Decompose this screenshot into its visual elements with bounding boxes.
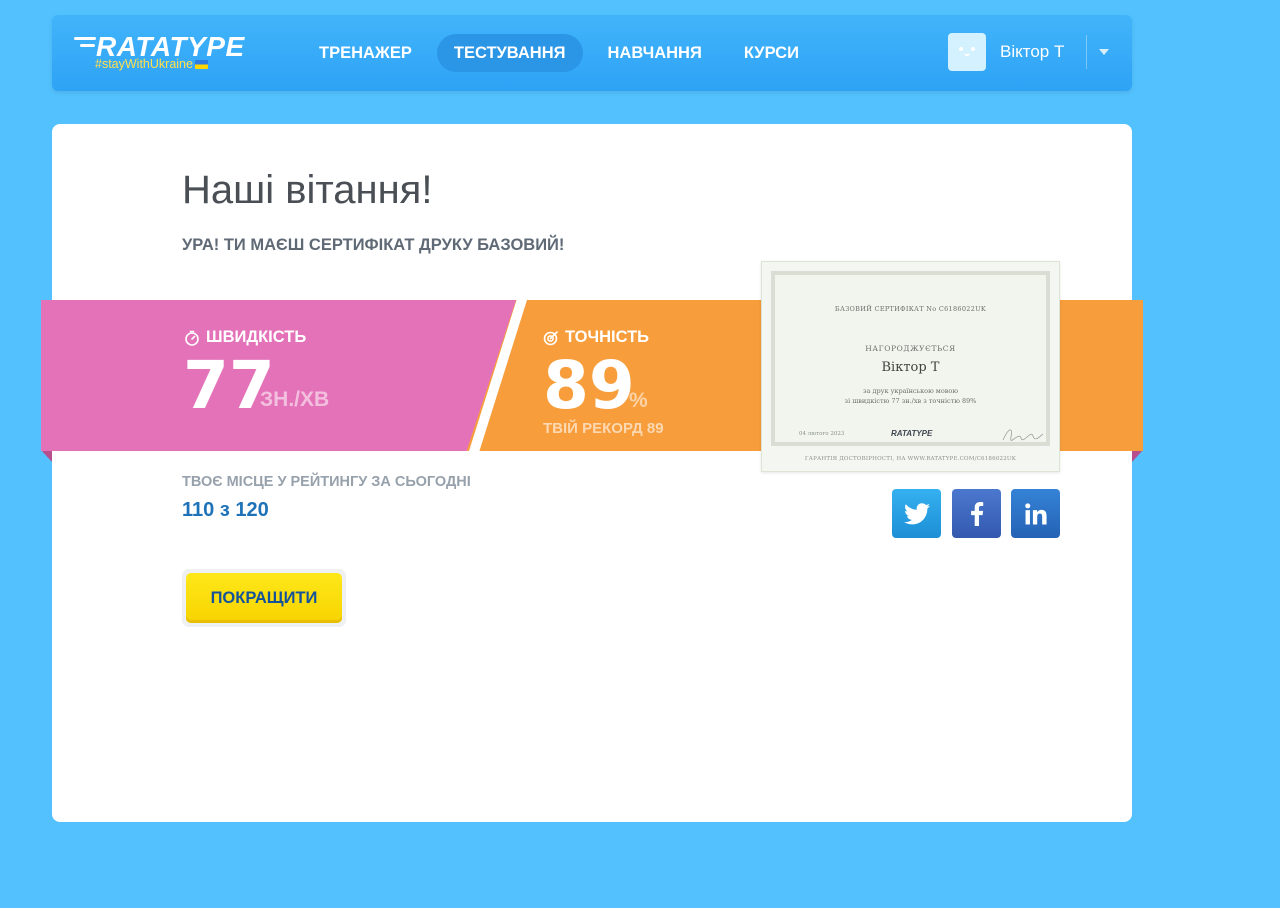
nav-item-testing[interactable]: ТЕСТУВАННЯ — [436, 34, 583, 72]
certificate-footer: ГАРАНТІЯ ДОСТОВІРНОСТІ, НА WWW.RATATYPE.… — [804, 456, 1017, 462]
rating-value: 110 з 120 — [182, 499, 269, 521]
accuracy-value: 89 — [543, 347, 635, 424]
certificate-logo: RATATYPE — [891, 429, 933, 438]
nav-item-learning[interactable]: НАВЧАННЯ — [591, 34, 719, 72]
main-nav: ТРЕНАЖЕР ТЕСТУВАННЯ НАВЧАННЯ КУРСИ — [302, 34, 824, 72]
speed-band — [41, 300, 516, 451]
tagline-text: #stayWithUkraine — [95, 57, 193, 71]
avatar-face-icon — [957, 45, 977, 59]
top-navbar: RATATYPE #stayWithUkraine ТРЕНАЖЕР ТЕСТУ… — [52, 15, 1132, 91]
nav-item-trainer[interactable]: ТРЕНАЖЕР — [302, 34, 429, 72]
certificate-line-1: за друк українською мовою — [862, 387, 959, 395]
speed-unit: ЗН./ХВ — [260, 388, 330, 411]
target-icon — [543, 330, 558, 345]
chevron-down-icon[interactable] — [1099, 49, 1110, 55]
result-card: Наші вітання! УРА! ТИ МАЄШ СЕРТИФІКАТ ДР… — [52, 124, 1132, 822]
ukraine-flag-icon — [194, 60, 208, 69]
user-name[interactable]: Віктор Т — [1000, 42, 1064, 62]
stopwatch-icon — [185, 330, 199, 346]
certificate-date: 04 лютого 2023 — [799, 431, 845, 437]
accuracy-unit: % — [629, 389, 648, 412]
twitter-icon — [903, 502, 930, 524]
certificate-name: Віктор Т — [881, 360, 940, 375]
signature-icon — [1002, 429, 1044, 441]
user-menu[interactable]: Віктор Т — [948, 32, 1110, 72]
certificate-subtitle: УРА! ТИ МАЄШ СЕРТИФІКАТ ДРУКУ БАЗОВИЙ! — [182, 236, 565, 254]
speed-label: ШВИДКІСТЬ — [184, 328, 306, 347]
share-facebook-button[interactable] — [952, 489, 1001, 538]
certificate-header: БАЗОВИЙ СЕРТИФІКАТ No C6186022UK — [834, 305, 987, 313]
accuracy-record: ТВІЙ РЕКОРД 89 — [543, 420, 664, 437]
certificate-line-2: зі швидкістю 77 зн./хв з точністю 89% — [844, 397, 977, 405]
logo-tagline: #stayWithUkraine — [95, 57, 208, 71]
rating-label: ТВОЄ МІСЦЕ У РЕЙТИНГУ ЗА СЬОГОДНІ — [182, 474, 471, 490]
certificate-preview[interactable]: БАЗОВИЙ СЕРТИФІКАТ No C6186022UK НАГОРОД… — [761, 261, 1060, 472]
ratatype-logo[interactable]: RATATYPE #stayWithUkraine — [72, 32, 252, 74]
accuracy-label-text: ТОЧНІСТЬ — [565, 328, 650, 346]
avatar[interactable] — [948, 33, 986, 71]
share-twitter-button[interactable] — [892, 489, 941, 538]
linkedin-icon — [1024, 502, 1047, 524]
improve-button-wrapper: ПОКРАЩИТИ — [182, 569, 346, 627]
user-menu-divider — [1086, 35, 1088, 69]
ribbon-fold-right — [1132, 450, 1143, 462]
logo-mark-icon — [72, 37, 96, 59]
accuracy-label: ТОЧНІСТЬ — [543, 328, 649, 347]
facebook-icon — [970, 501, 983, 526]
certificate-frame: БАЗОВИЙ СЕРТИФІКАТ No C6186022UK НАГОРОД… — [771, 271, 1050, 446]
certificate-award: НАГОРОДЖУЄТЬСЯ — [865, 344, 956, 353]
ribbon-fold-left — [41, 450, 52, 462]
nav-item-courses[interactable]: КУРСИ — [727, 34, 816, 72]
share-linkedin-button[interactable] — [1011, 489, 1060, 538]
speed-label-text: ШВИДКІСТЬ — [206, 328, 307, 346]
page-title: Наші вітання! — [182, 168, 433, 212]
improve-button[interactable]: ПОКРАЩИТИ — [186, 573, 342, 623]
